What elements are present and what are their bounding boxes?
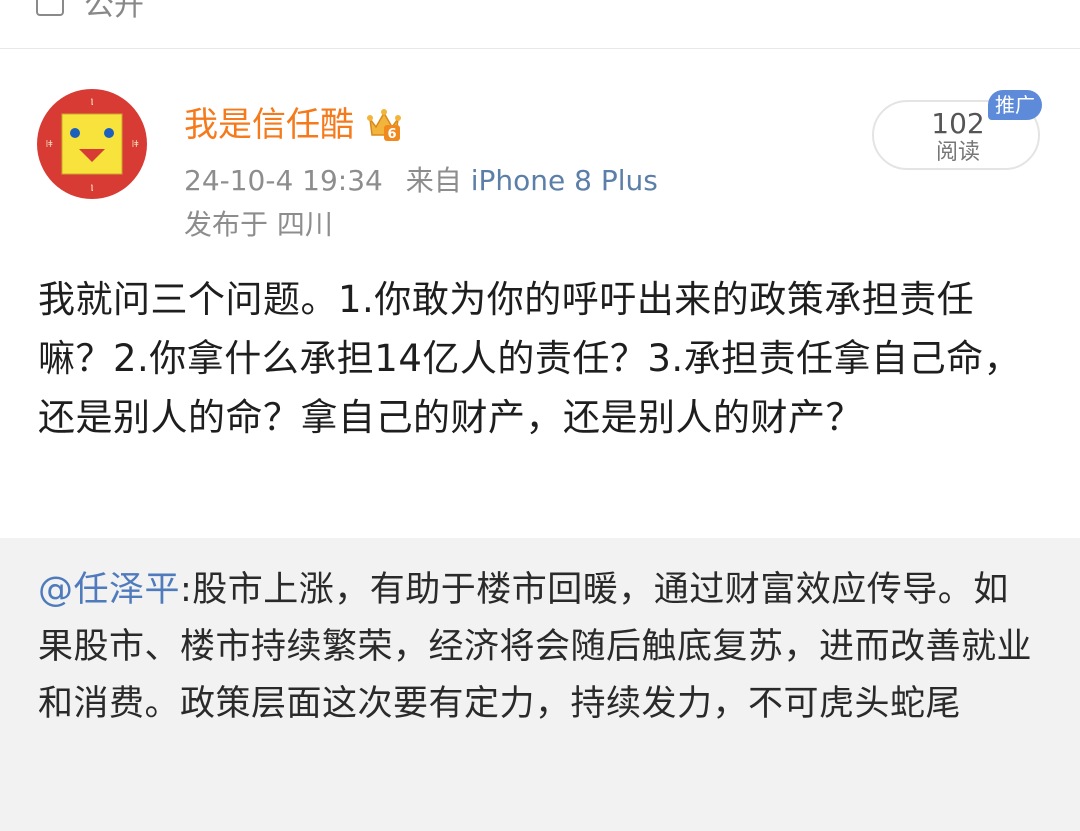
svg-text:ǀǂ: ǀǂ <box>132 140 140 150</box>
visibility-row: 公开 <box>0 0 1080 49</box>
avatar[interactable]: Ⲓ Ⲓ ǀǂ ǀǂ <box>37 89 147 199</box>
svg-text:Ⲓ: Ⲓ <box>91 183 94 194</box>
read-label: 阅读 <box>935 140 980 165</box>
mention-link[interactable]: @任泽平 <box>38 570 180 610</box>
source-prefix: 来自 <box>405 164 462 197</box>
username[interactable]: 我是信任酷 6 <box>184 102 404 148</box>
post-datetime: 24-10-4 19:34 <box>184 164 383 197</box>
post-text: 我就问三个问题。1.你敢为你的呼吁出来的政策承担责任嘛？2.你拿什么承担14亿人… <box>38 278 1022 439</box>
username-text[interactable]: 我是信任酷 <box>184 102 354 148</box>
post-location: 发布于 四川 <box>184 208 333 241</box>
checkbox-icon[interactable] <box>36 0 64 16</box>
crown-icon: 6 <box>367 109 401 142</box>
visibility-label: 公开 <box>84 0 144 23</box>
vip-level: 6 <box>387 127 396 142</box>
svg-text:ǀǂ: ǀǂ <box>46 140 54 150</box>
svg-text:Ⲓ: Ⲓ <box>91 97 94 108</box>
repost-text: @任泽平:股市上涨，有助于楼市回暖，通过财富效应传导。如果股市、楼市持续繁荣，经… <box>38 562 1043 733</box>
reposted-content[interactable]: @任泽平:股市上涨，有助于楼市回暖，通过财富效应传导。如果股市、楼市持续繁荣，经… <box>0 538 1080 831</box>
repost-body: :股市上涨，有助于楼市回暖，通过财富效应传导。如果股市、楼市持续繁荣，经济将会随… <box>38 570 1033 724</box>
promote-badge[interactable]: 推广 <box>988 90 1042 120</box>
post-meta: 24-10-4 19:34 来自 iPhone 8 Plus <box>184 162 658 200</box>
source-device-link[interactable]: iPhone 8 Plus <box>471 164 658 197</box>
